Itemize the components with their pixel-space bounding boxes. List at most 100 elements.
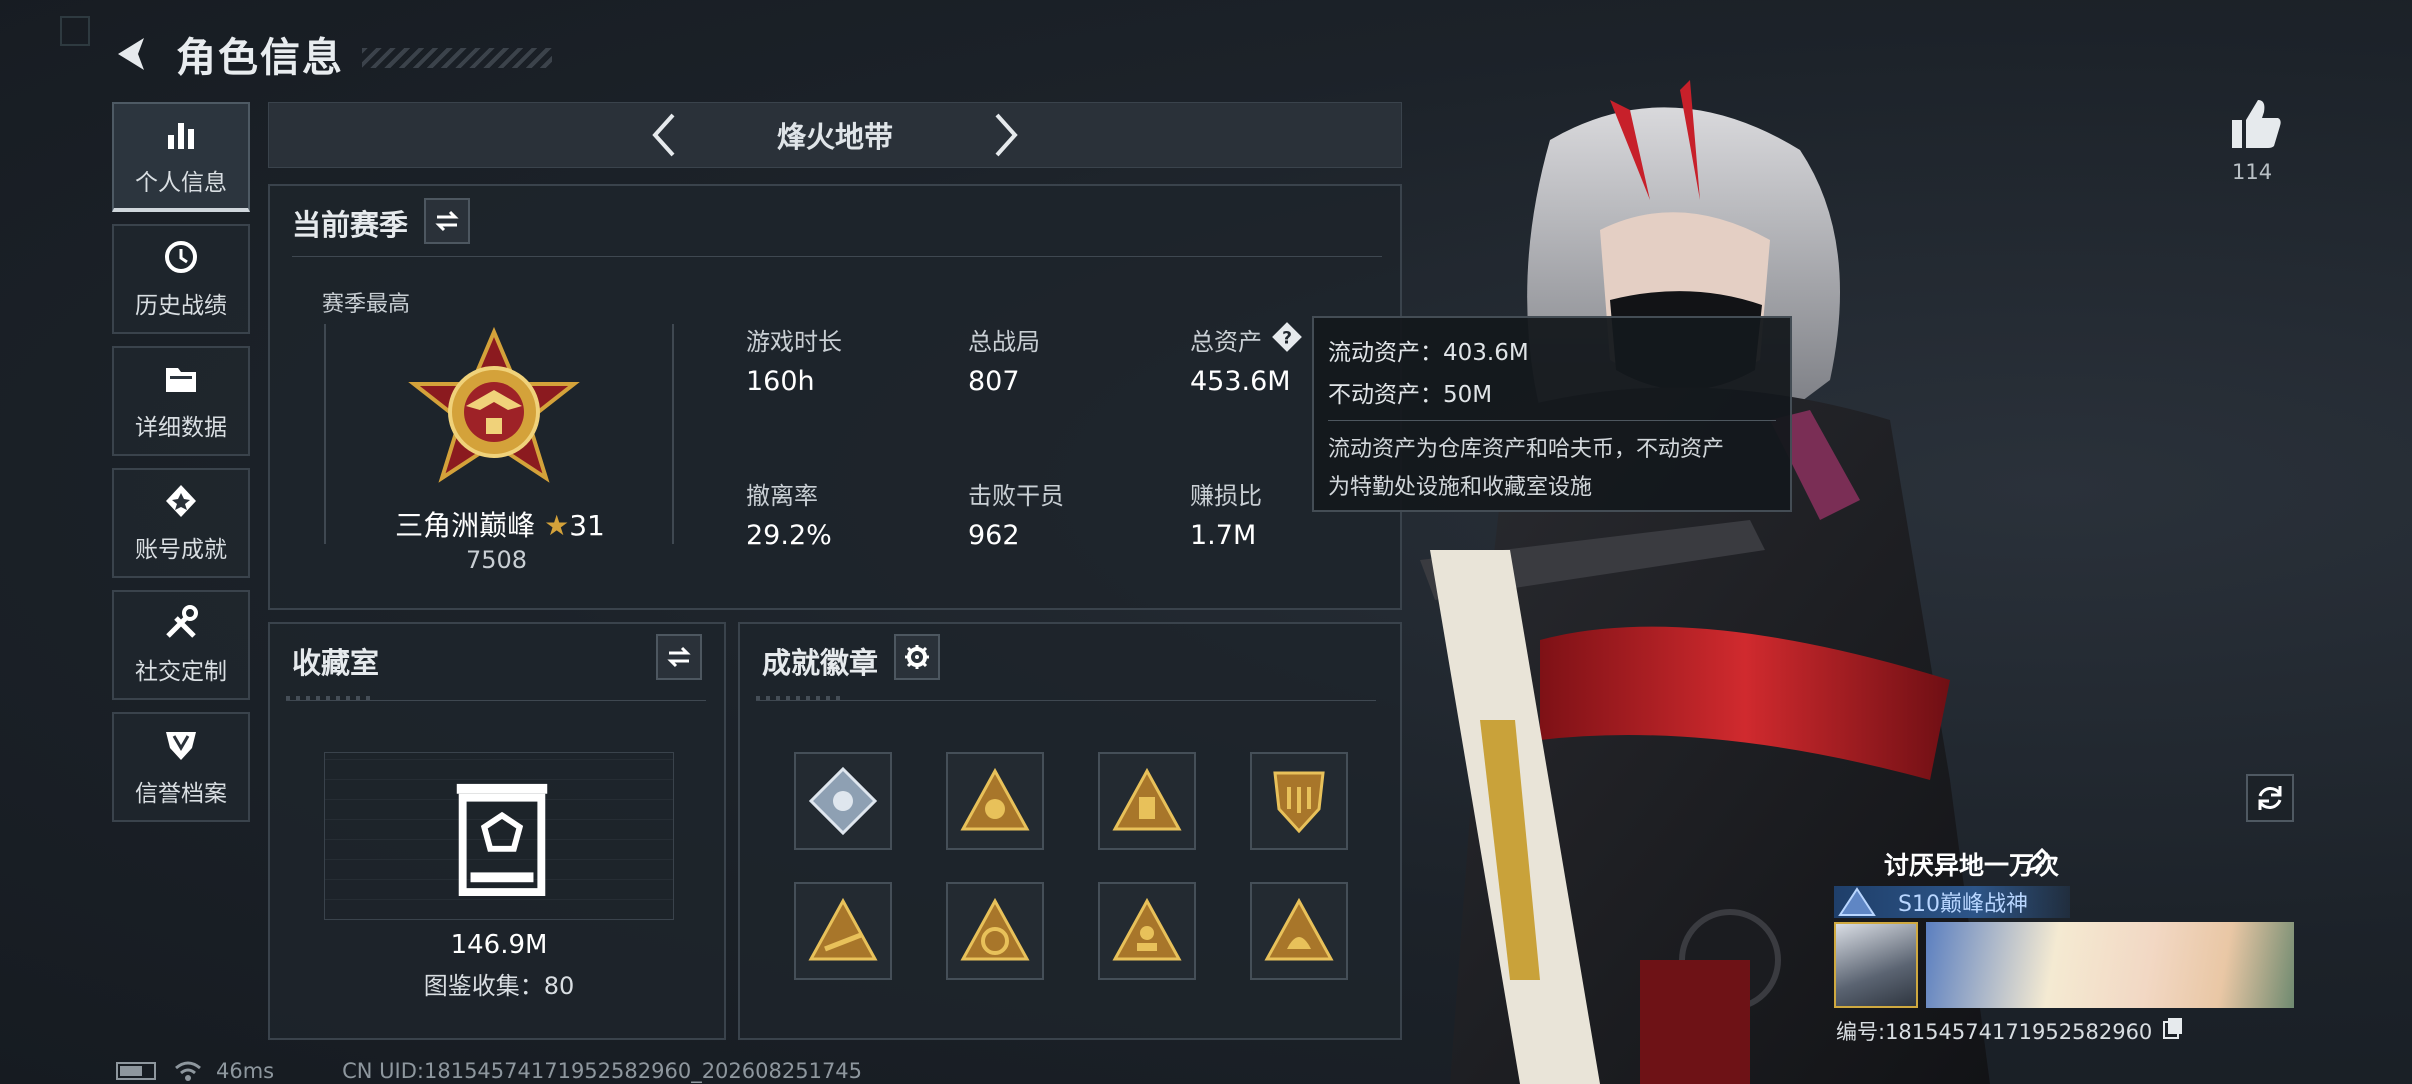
refresh-icon — [2258, 786, 2282, 810]
swap-arrows-icon — [435, 210, 459, 232]
badge-slot[interactable] — [1098, 752, 1196, 850]
mode-selector: 烽火地带 — [268, 102, 1402, 168]
refresh-button[interactable] — [2246, 774, 2294, 822]
rank-points: 7508 — [466, 546, 528, 574]
stat-label-playtime: 游戏时长 — [746, 328, 842, 356]
name-card-banner[interactable] — [1926, 922, 2294, 1008]
tools-icon — [166, 605, 198, 638]
battery-icon — [116, 1062, 156, 1080]
season-peak-label: 赛季最高 — [322, 292, 411, 317]
stat-value-matches: 807 — [968, 366, 1020, 397]
sidebar-item-achievements[interactable]: 账号成就 — [112, 468, 250, 578]
shield-badge-icon — [166, 732, 196, 760]
season-switch-button[interactable] — [424, 198, 470, 244]
mode-name: 烽火地带 — [776, 120, 893, 154]
sidebar: 个人信息 历史战绩 详细数据 账号成就 社交定制 信誉档案 — [112, 102, 250, 834]
tooltip-liquid-assets: 流动资产：403.6M — [1328, 340, 1529, 366]
bar-chart-icon — [168, 123, 194, 149]
badge-slot[interactable] — [1098, 882, 1196, 980]
sidebar-item-personal-info[interactable]: 个人信息 — [112, 102, 250, 212]
badge-slot[interactable] — [1250, 882, 1348, 980]
badge-slot[interactable] — [946, 752, 1044, 850]
back-arrow-icon[interactable] — [110, 32, 154, 76]
sidebar-item-history[interactable]: 历史战绩 — [112, 224, 250, 334]
sidebar-item-label: 历史战绩 — [135, 293, 227, 319]
edit-pencil-icon[interactable] — [2024, 848, 2050, 874]
sidebar-item-label: 账号成就 — [135, 537, 227, 563]
copy-icon[interactable] — [2162, 1016, 2184, 1040]
collection-catalog: 图鉴收集：80 — [423, 972, 575, 1000]
page-header: 角色信息 — [110, 24, 552, 84]
badges-settings-button[interactable] — [894, 634, 940, 680]
badge-triangle-icon — [808, 897, 878, 961]
tooltip-note-line2: 为特勤处设施和收藏室设施 — [1328, 475, 1593, 500]
badges-title: 成就徽章 — [762, 646, 879, 680]
stat-value-kills: 962 — [968, 520, 1020, 551]
like-count: 114 — [2232, 160, 2273, 184]
thumbs-up-icon[interactable] — [2228, 96, 2284, 152]
rank-emblem-icon — [408, 326, 580, 483]
sidebar-item-label: 详细数据 — [135, 415, 227, 441]
badge-slot[interactable] — [946, 882, 1044, 980]
title-badge-text: S10巅峰战神 — [1898, 892, 2028, 917]
chevron-left-icon[interactable] — [645, 109, 685, 161]
tooltip-note-line1: 流动资产为仓库资产和哈夫币，不动资产 — [1328, 437, 1725, 462]
badge-triangle-icon — [960, 767, 1030, 831]
sidebar-item-label: 个人信息 — [135, 170, 227, 196]
avatar[interactable] — [1834, 922, 1918, 1008]
badge-slot[interactable] — [794, 882, 892, 980]
corner-decoration — [60, 16, 90, 46]
achievement-icon — [166, 485, 196, 517]
sidebar-item-reputation[interactable]: 信誉档案 — [112, 712, 250, 822]
rank-info: 三角洲巅峰 ★31 — [350, 504, 650, 544]
divider — [292, 256, 1382, 257]
player-id: 编号:1815457417195258296​0 — [1836, 1020, 2153, 1044]
badge-shield-icon — [1273, 771, 1325, 834]
assets-tooltip: 流动资产：403.6M 不动资产：50M 流动资产为仓库资产和哈夫币，不动资产 … — [1312, 316, 1792, 512]
stat-label-kills: 击败干员 — [968, 482, 1064, 510]
stat-value-playtime: 160h — [746, 366, 815, 397]
collection-value: 146.9M — [450, 930, 548, 960]
stat-label-assets: 总资产 — [1190, 328, 1262, 356]
badge-triangle-icon — [1264, 897, 1334, 961]
divider — [1328, 420, 1776, 421]
stat-label-profit-ratio: 赚损比 — [1190, 482, 1262, 510]
vault-icon — [456, 783, 548, 896]
ping-value: 46ms — [216, 1059, 275, 1083]
badge-triangle-icon — [960, 897, 1030, 961]
stat-value-assets: 453.6M — [1190, 366, 1291, 397]
badge-diamond-icon — [808, 766, 878, 836]
title-badge: S10巅峰战神 — [1834, 886, 2070, 918]
collection-switch-button[interactable] — [656, 634, 702, 680]
rank-stars: 31 — [569, 509, 605, 542]
help-icon[interactable]: ? — [1270, 320, 1304, 354]
divider — [286, 700, 706, 701]
sidebar-item-social[interactable]: 社交定制 — [112, 590, 250, 700]
tooltip-fixed-assets: 不动资产：50M — [1328, 382, 1493, 408]
badge-triangle-icon — [1112, 767, 1182, 831]
svg-text:?: ? — [1282, 328, 1292, 348]
collection-title: 收藏室 — [292, 646, 380, 680]
title-decoration — [362, 48, 552, 68]
badge-slot[interactable] — [1250, 752, 1348, 850]
divider — [756, 700, 1376, 701]
sidebar-item-details[interactable]: 详细数据 — [112, 346, 250, 456]
stat-value-profit-ratio: 1.7M — [1190, 520, 1257, 551]
sidebar-item-label: 社交定制 — [135, 659, 227, 685]
rank-name: 三角洲巅峰 — [395, 509, 536, 542]
season-title: 当前赛季 — [292, 208, 409, 242]
uid-text: CN UID:1815457417195258296​0_20260825174… — [342, 1059, 863, 1083]
gear-icon — [905, 645, 929, 669]
stat-label-extract-rate: 撤离率 — [746, 482, 818, 510]
folder-icon — [166, 368, 196, 392]
badge-slot[interactable] — [794, 752, 892, 850]
chevron-right-icon[interactable] — [985, 109, 1025, 161]
stat-label-matches: 总战局 — [968, 328, 1040, 356]
page-title: 角色信息 — [176, 35, 344, 81]
title-wing-icon — [1838, 887, 1876, 916]
star-icon: ★ — [544, 509, 570, 542]
collection-panel: 收藏室 146.9M 图鉴收集：80 — [268, 622, 726, 1040]
season-panel: 当前赛季 赛季最高 三角洲巅峰 ★31 7508 游戏时长 160h 总战局 8… — [268, 184, 1402, 610]
badge-triangle-icon — [1112, 897, 1182, 961]
stat-value-extract-rate: 29.2% — [746, 520, 832, 551]
